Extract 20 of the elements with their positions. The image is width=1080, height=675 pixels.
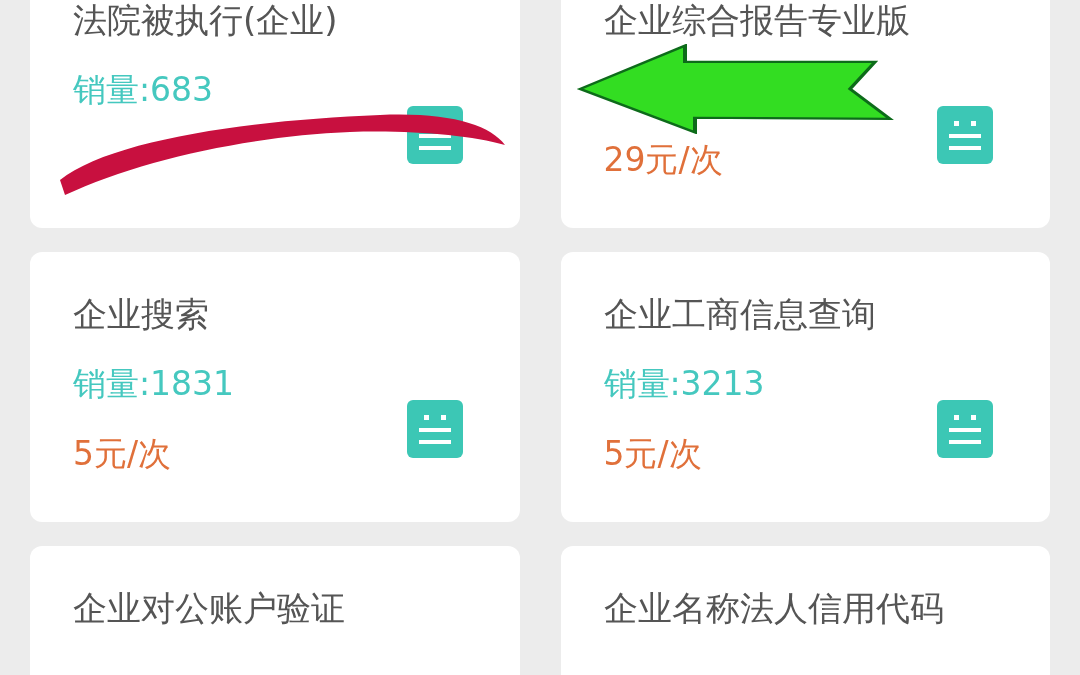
sales-count: 销量:683 [73,69,215,111]
sales-count: 销量:1831 [73,363,236,405]
sales-count: 销量:3213 [603,363,766,405]
service-card[interactable]: 法院被执行(企业) 销量:683 [30,0,520,228]
service-title: 企业综合报告专业版 [603,0,911,42]
document-icon [937,400,993,458]
price: 5元/次 [603,433,703,475]
service-title: 企业名称法人信用代码 [603,587,945,630]
document-icon [406,400,463,458]
service-title: 企业对公账户验证 [73,587,346,630]
service-card[interactable]: 企业工商信息查询 销量:3213 5元/次 [560,252,1050,522]
service-card[interactable]: 企业搜索 销量:1831 5元/次 [30,252,520,522]
price: 5元/次 [73,433,173,475]
price: 29元/次 [603,139,724,181]
service-title: 企业搜索 [73,293,210,336]
service-card[interactable]: 企业名称法人信用代码 [560,546,1050,675]
service-card[interactable]: 企业对公账户验证 [30,546,520,675]
service-title: 企业工商信息查询 [603,293,877,336]
service-title: 法院被执行(企业) [73,0,339,42]
document-icon [937,106,993,164]
